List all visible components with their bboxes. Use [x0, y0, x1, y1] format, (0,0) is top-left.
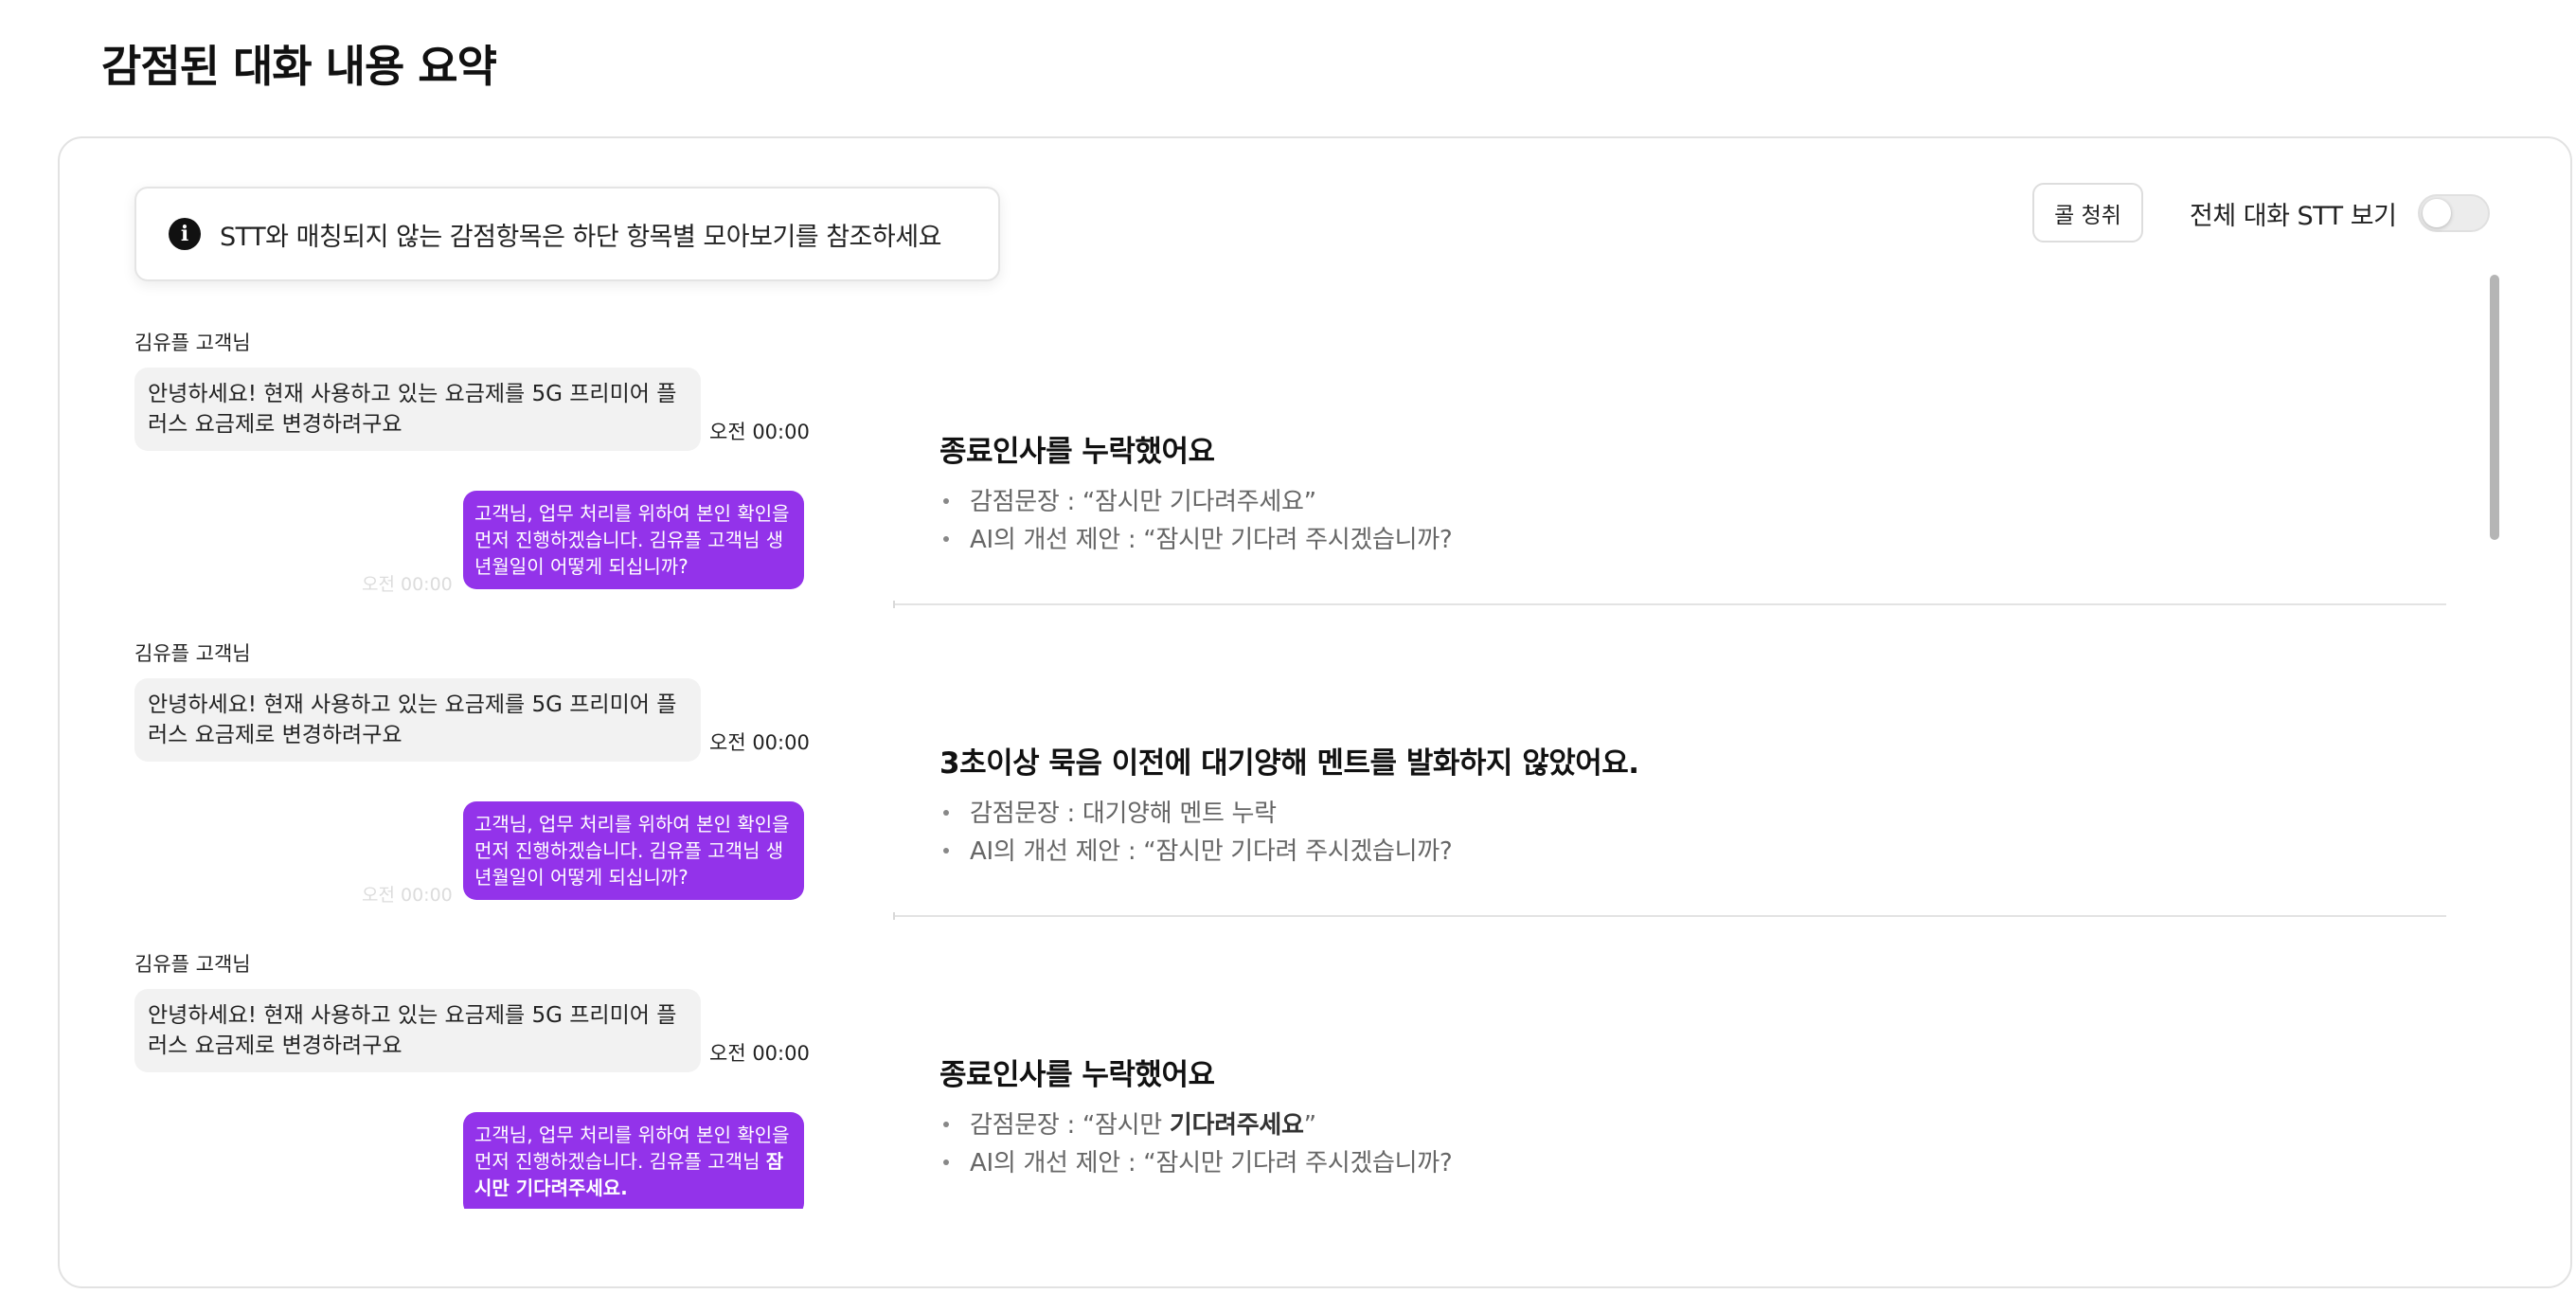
suggestion-label: AI의 개선 제안 : — [970, 526, 1144, 554]
agent-message: 오전 00:00 고객님, 업무 처리를 위하여 본인 확인을 먼저 진행하겠습… — [134, 801, 864, 915]
sentence-label: 감점문장 : — [970, 1111, 1082, 1140]
message-sender: 김유플 고객님 — [134, 332, 251, 354]
deduction-sentence: 감점문장 : “잠시만 기다려주세요” — [943, 1105, 1316, 1141]
bullet — [943, 497, 949, 504]
message-time: 오전 00:00 — [362, 574, 453, 595]
deduction-suggestion: AI의 개선 제안 : “잠시만 기다려 주시겠습니까? — [943, 832, 1453, 867]
agent-bubble-text: 고객님, 업무 처리를 위하여 본인 확인을 먼저 진행하겠습니다. 김유플 고… — [474, 1123, 790, 1173]
deduction-sentence: 감점문장 : “잠시만 기다려주세요” — [943, 482, 1316, 517]
deduction-title: 종료인사를 누락했어요 — [939, 1058, 1215, 1092]
customer-bubble: 안녕하세요! 현재 사용하고 있는 요금제를 5G 프리미어 플러스 요금제로 … — [134, 678, 701, 762]
message-time: 오전 00:00 — [709, 1042, 810, 1065]
info-icon: i — [169, 218, 201, 250]
sentence-suffix: ” — [1303, 1111, 1316, 1140]
sentence-label: 감점문장 : — [970, 488, 1082, 516]
sentence-value: 대기양해 멘트 누락 — [1082, 800, 1277, 828]
sentence-value: “잠시만 — [1082, 1111, 1170, 1140]
suggestion-label: AI의 개선 제안 : — [970, 1149, 1144, 1177]
deduction-title: 3초이상 묵음 이전에 대기양해 멘트를 발화하지 않았어요. — [939, 746, 1639, 781]
stt-toggle-label: 전체 대화 STT 보기 — [2190, 202, 2397, 231]
suggestion-value: “잠시만 기다려 주시겠습니까? — [1143, 1149, 1453, 1177]
deduction-suggestion: AI의 개선 제안 : “잠시만 기다려 주시겠습니까? — [943, 520, 1453, 555]
bullet — [943, 847, 949, 854]
page-title: 감점된 대화 내용 요약 — [101, 41, 497, 92]
sentence-value: “잠시만 기다려주세요” — [1082, 488, 1316, 516]
call-listen-button[interactable]: 콜 청취 — [2032, 183, 2143, 243]
message-sender: 김유플 고객님 — [134, 953, 251, 976]
agent-bubble: 고객님, 업무 처리를 위하여 본인 확인을 먼저 진행하겠습니다. 김유플 고… — [463, 491, 804, 589]
sentence-label: 감점문장 : — [970, 800, 1082, 828]
bullet — [943, 1121, 949, 1127]
customer-message: 김유플 고객님 안녕하세요! 현재 사용하고 있는 요금제를 5G 프리미어 플… — [134, 638, 864, 762]
customer-bubble: 안녕하세요! 현재 사용하고 있는 요금제를 5G 프리미어 플러스 요금제로 … — [134, 989, 701, 1072]
customer-bubble: 안녕하세요! 현재 사용하고 있는 요금제를 5G 프리미어 플러스 요금제로 … — [134, 368, 701, 451]
chat-transcript: 김유플 고객님 안녕하세요! 현재 사용하고 있는 요금제를 5G 프리미어 플… — [134, 328, 864, 1209]
message-time: 오전 00:00 — [362, 885, 453, 906]
message-time: 오전 00:00 — [709, 731, 810, 754]
customer-message: 김유플 고객님 안녕하세요! 현재 사용하고 있는 요금제를 5G 프리미어 플… — [134, 949, 864, 1072]
agent-bubble: 고객님, 업무 처리를 위하여 본인 확인을 먼저 진행하겠습니다. 김유플 고… — [463, 801, 804, 900]
sentence-highlight: 기다려주세요 — [1169, 1111, 1304, 1140]
info-banner: i STT와 매칭되지 않는 감점항목은 하단 항목별 모아보기를 참조하세요 — [134, 187, 1000, 281]
suggestion-value: “잠시만 기다려 주시겠습니까? — [1143, 526, 1453, 554]
info-banner-text: STT와 매칭되지 않는 감점항목은 하단 항목별 모아보기를 참조하세요 — [220, 222, 941, 252]
agent-message: 고객님, 업무 처리를 위하여 본인 확인을 먼저 진행하겠습니다. 김유플 고… — [134, 1112, 864, 1209]
deduction-title: 종료인사를 누락했어요 — [939, 435, 1215, 469]
agent-bubble: 고객님, 업무 처리를 위하여 본인 확인을 먼저 진행하겠습니다. 김유플 고… — [463, 1112, 804, 1209]
divider — [893, 912, 2446, 920]
deduction-list: 종료인사를 누락했어요 감점문장 : “잠시만 기다려주세요” AI의 개선 제… — [893, 290, 2503, 1275]
message-sender: 김유플 고객님 — [134, 642, 251, 665]
summary-card: i STT와 매칭되지 않는 감점항목은 하단 항목별 모아보기를 참조하세요 … — [58, 136, 2572, 1288]
customer-message: 김유플 고객님 안녕하세요! 현재 사용하고 있는 요금제를 5G 프리미어 플… — [134, 328, 864, 451]
bullet — [943, 535, 949, 542]
bullet — [943, 809, 949, 816]
bullet — [943, 1159, 949, 1165]
page: 감점된 대화 내용 요약 i STT와 매칭되지 않는 감점항목은 하단 항목별… — [0, 0, 2576, 1294]
suggestion-label: AI의 개선 제안 : — [970, 837, 1144, 866]
suggestion-value: “잠시만 기다려 주시겠습니까? — [1143, 837, 1453, 866]
stt-toggle[interactable] — [2418, 194, 2490, 232]
agent-message: 오전 00:00 고객님, 업무 처리를 위하여 본인 확인을 먼저 진행하겠습… — [134, 491, 864, 604]
message-time: 오전 00:00 — [709, 421, 810, 443]
deduction-sentence: 감점문장 : 대기양해 멘트 누락 — [943, 794, 1277, 829]
toggle-knob — [2423, 199, 2451, 227]
deduction-suggestion: AI의 개선 제안 : “잠시만 기다려 주시겠습니까? — [943, 1143, 1453, 1178]
divider — [893, 601, 2446, 608]
